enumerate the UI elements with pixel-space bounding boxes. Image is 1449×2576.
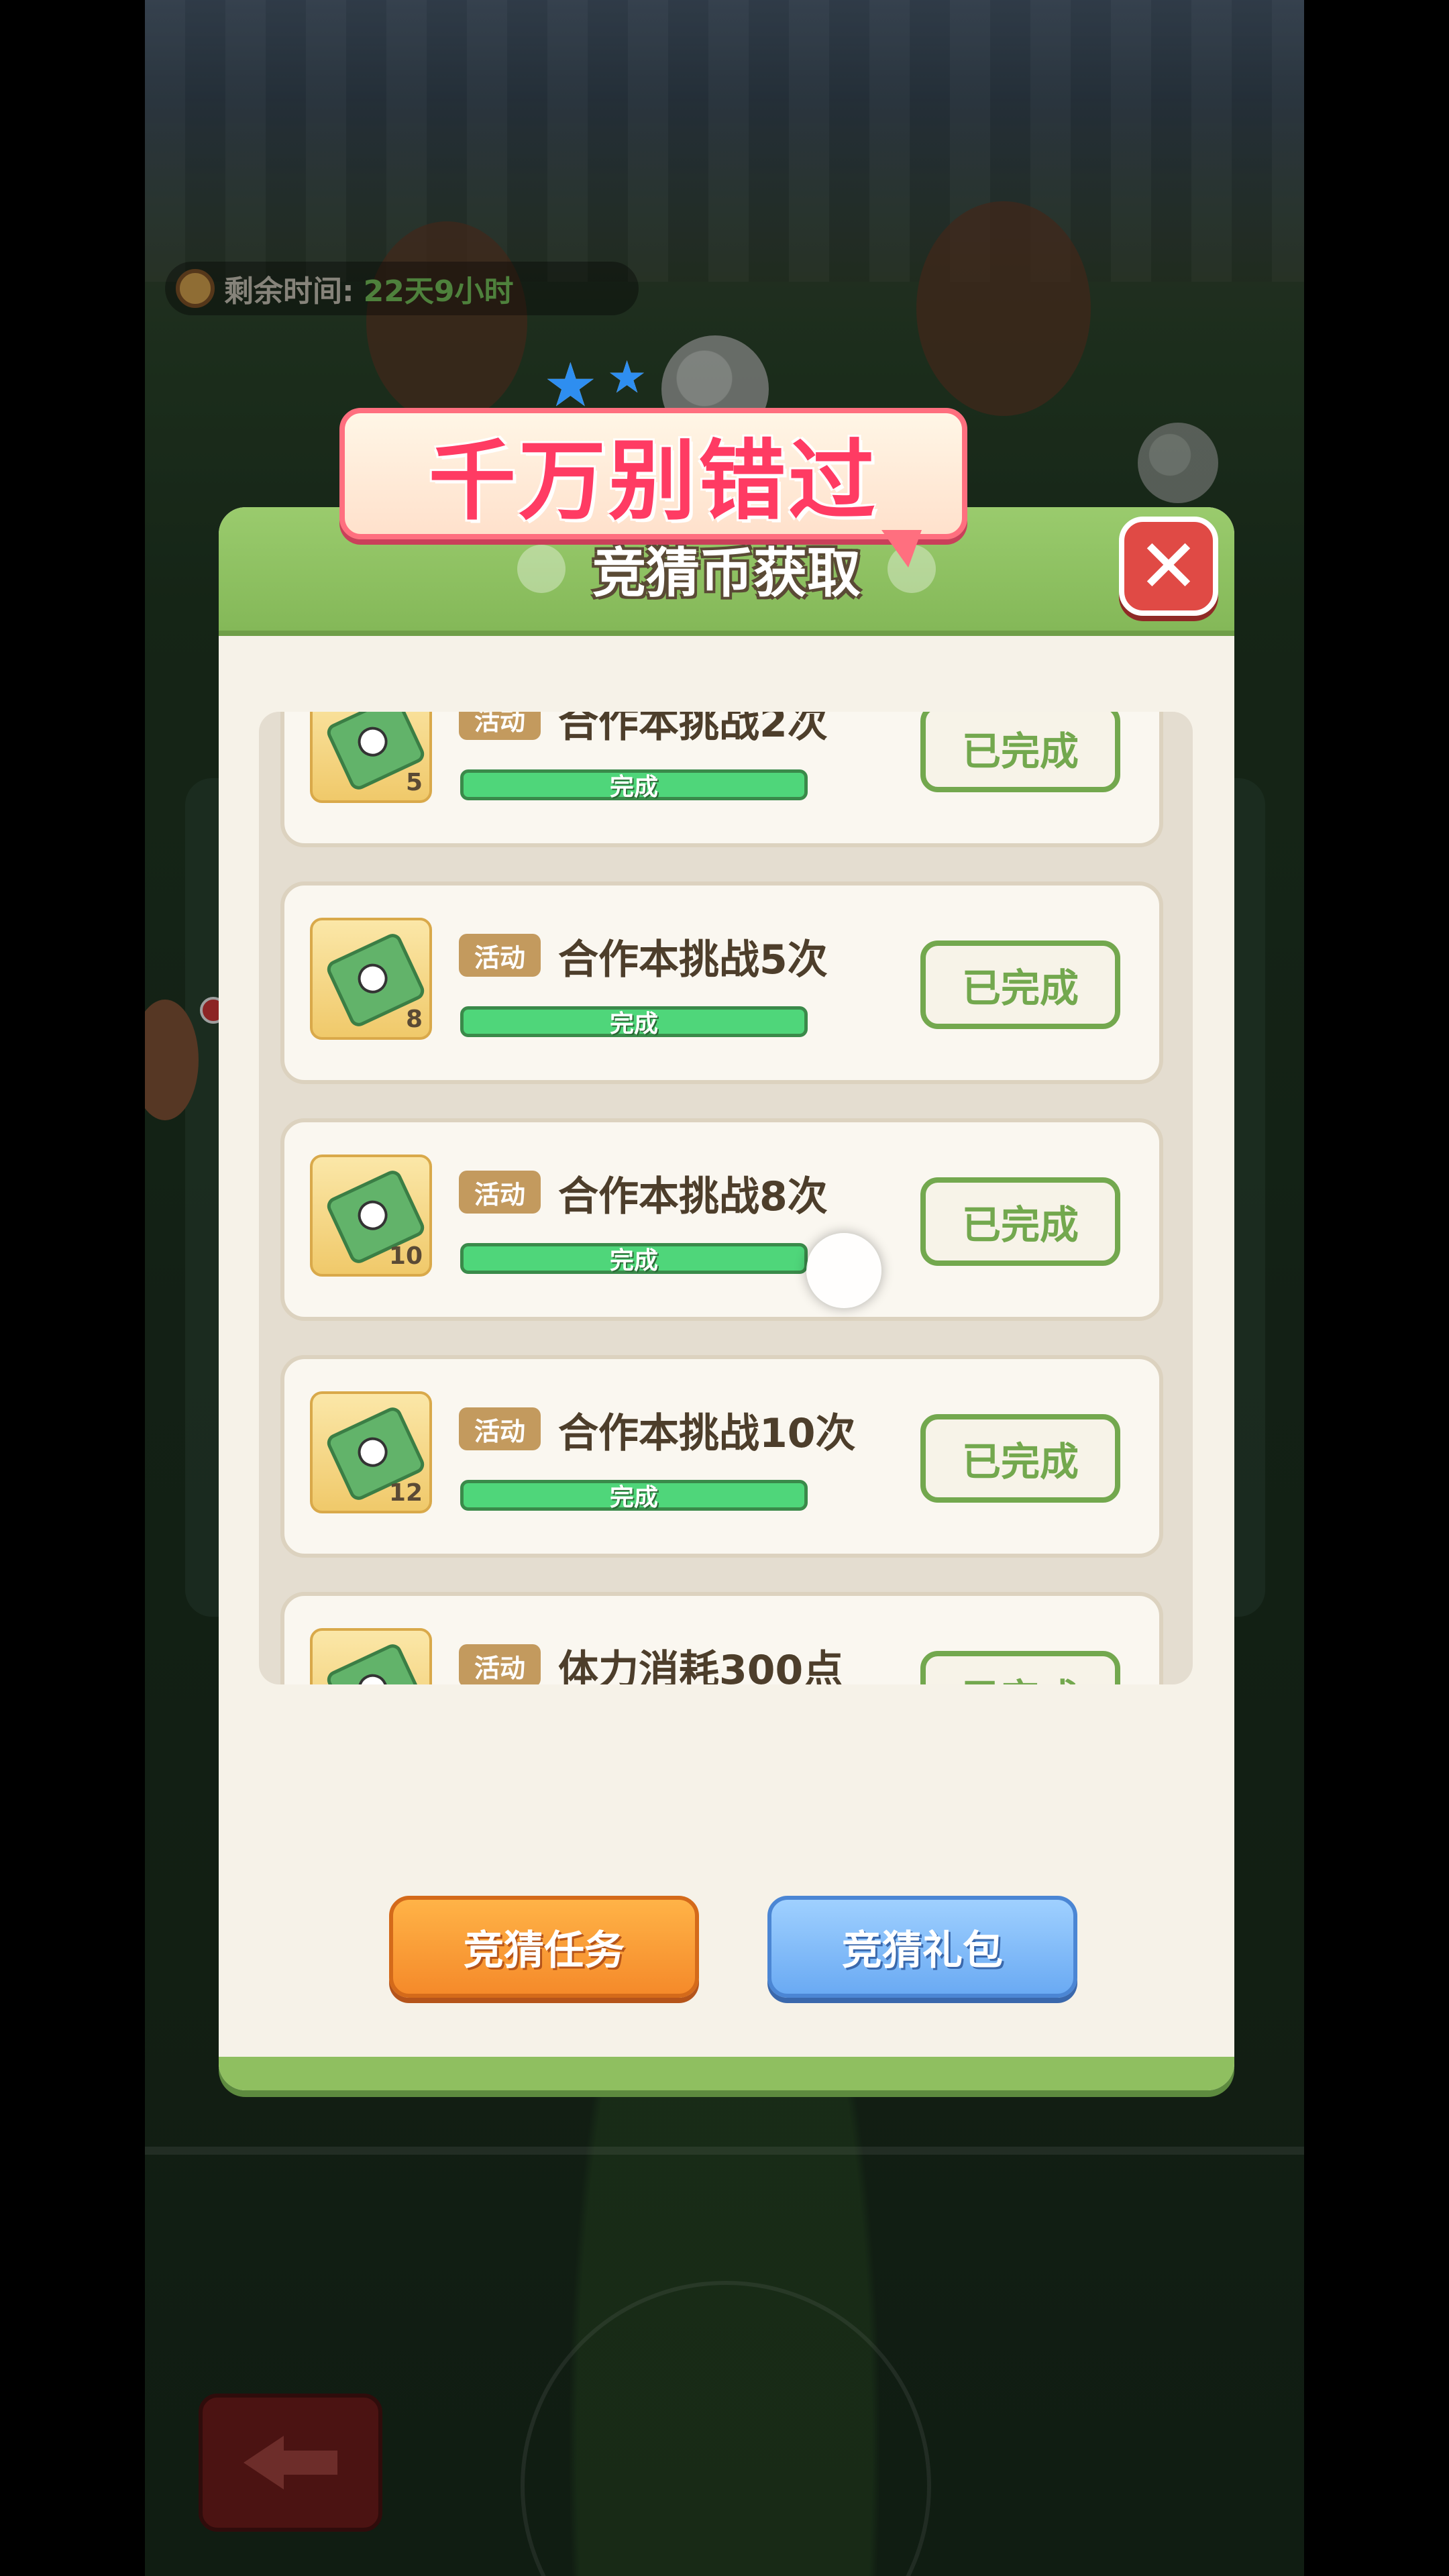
completed-button[interactable]: 已完成 <box>920 941 1120 1029</box>
coin-acquire-modal: 竞猜币获取 5 活动 合作本挑战2次 完成 已完成 8 活动 合作本挑战5次 完… <box>219 507 1234 2090</box>
star-icon: ★ <box>543 350 598 421</box>
star-icon: ★ <box>607 352 647 403</box>
progress-bar: 完成 <box>460 1480 808 1511</box>
task-item: 10 活动 合作本挑战8次 完成 已完成 <box>280 1118 1163 1321</box>
reward-count: 10 <box>388 1242 423 1270</box>
progress-bar: 完成 <box>460 1243 808 1275</box>
modal-footer-strip <box>219 2057 1234 2090</box>
reward-ticket: 10 <box>310 1155 432 1277</box>
activity-tag: 活动 <box>459 712 541 740</box>
reward-ticket: 5 <box>310 712 432 803</box>
banner-text: 千万别错过 <box>428 430 878 532</box>
task-title: 合作本挑战5次 <box>558 936 828 983</box>
task-title: 体力消耗300点 <box>558 1647 844 1684</box>
completed-button[interactable]: 已完成 <box>920 712 1120 792</box>
task-title: 合作本挑战10次 <box>558 1410 856 1457</box>
completed-button[interactable]: 已完成 <box>920 1414 1120 1503</box>
task-item: 5 活动 合作本挑战2次 完成 已完成 <box>280 712 1163 847</box>
reward-ticket: 12 <box>310 1391 432 1513</box>
activity-tag: 活动 <box>459 1407 541 1450</box>
activity-tag: 活动 <box>459 1171 541 1214</box>
guess-tasks-button[interactable]: 竞猜任务 <box>389 1896 699 1998</box>
task-title: 合作本挑战8次 <box>558 1173 828 1220</box>
task-title: 合作本挑战2次 <box>558 712 828 747</box>
activity-tag: 活动 <box>459 1644 541 1684</box>
completed-button[interactable]: 已完成 <box>920 1651 1120 1684</box>
reward-count: 5 <box>405 769 423 796</box>
modal-title: 竞猜币获取 <box>592 542 861 604</box>
activity-tag: 活动 <box>459 934 541 977</box>
progress-text: 完成 <box>609 773 658 801</box>
completed-button[interactable]: 已完成 <box>920 1177 1120 1266</box>
close-button[interactable]: ✕ <box>1119 517 1218 616</box>
progress-bar: 完成 <box>460 1006 808 1038</box>
progress-text: 完成 <box>609 1484 658 1511</box>
reward-ticket: 5 <box>310 1628 432 1684</box>
guess-gift-button[interactable]: 竞猜礼包 <box>767 1896 1077 1998</box>
progress-text: 完成 <box>609 1010 658 1038</box>
task-item: 12 活动 合作本挑战10次 完成 已完成 <box>280 1355 1163 1558</box>
close-icon: ✕ <box>1137 523 1200 609</box>
ball-decoration-icon <box>517 545 566 593</box>
task-item: 5 活动 体力消耗300点 完成 已完成 <box>280 1592 1163 1684</box>
task-list[interactable]: 5 活动 合作本挑战2次 完成 已完成 8 活动 合作本挑战5次 完成 已完成 … <box>259 712 1193 1684</box>
reward-count: 8 <box>405 1006 423 1033</box>
speech-tail <box>881 530 922 568</box>
task-item: 8 活动 合作本挑战5次 完成 已完成 <box>280 881 1163 1084</box>
reward-count: 12 <box>388 1479 423 1507</box>
progress-text: 完成 <box>609 1247 658 1275</box>
ticket-icon <box>324 1641 427 1684</box>
promo-banner: 千万别错过 <box>339 408 967 568</box>
progress-bar: 完成 <box>460 769 808 801</box>
touch-indicator <box>806 1233 881 1308</box>
reward-ticket: 8 <box>310 918 432 1040</box>
